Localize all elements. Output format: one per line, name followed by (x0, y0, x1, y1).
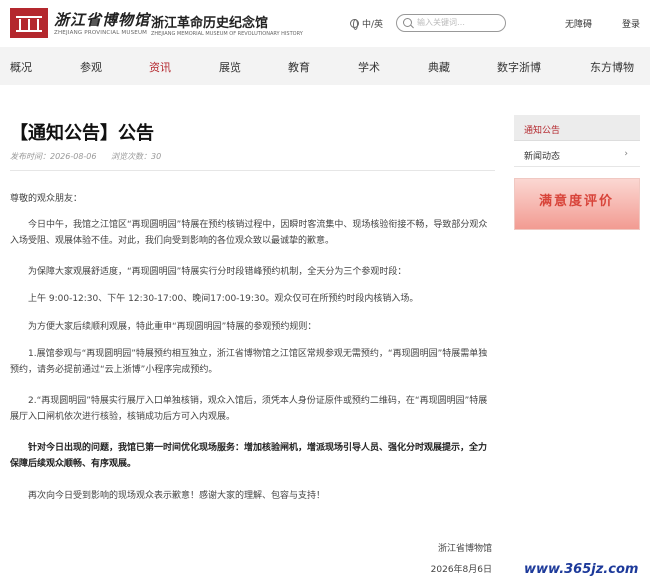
view-count: 浏览次数：30 (111, 152, 162, 161)
signature: 浙江省博物馆 (437, 544, 492, 554)
chevron-right-icon: › (624, 149, 628, 159)
paragraph-8: 再次向今日受到影响的现场观众表示歉意！感谢大家的理解、包容与支持！ (28, 491, 326, 501)
nav-item-overview[interactable]: 概况 (10, 59, 32, 75)
paragraph-2: 为保障大家观展舒适度，“再现圆明园”特展实行分时段错峰预约机制，全天分为三个参观… (28, 267, 407, 277)
nav-item-research[interactable]: 学术 (358, 59, 380, 75)
logo-title-en: ZHEJIANG PROVINCIAL MUSEUM (54, 30, 148, 36)
main-nav: 概况 参观 资讯 展览 教育 学术 典藏 数字浙博 东方博物 (0, 47, 650, 85)
sidebar-item-label: 通知公告 (524, 126, 561, 136)
page-title: 【通知公告】公告 (10, 123, 154, 144)
banner-label: 满意度评价 (539, 194, 615, 209)
memorial-title-en: ZHEJIANG MEMORIAL MUSEUM OF REVOLUTIONAR… (151, 31, 303, 37)
paragraph-4: 为方便大家后续顺利观展，特此重申“再现圆明园”特展的参观预约规则： (28, 322, 317, 332)
museum-logo[interactable] (10, 8, 48, 38)
paragraph-7: 针对今日出现的问题，我馆已第一时间优化现场服务：增加核验闸机，增派现场引导人员、… (10, 443, 488, 469)
paragraph-6: 2.“再现圆明园”特展实行展厅入口单独核销，观众入馆后，须凭本人身份证原件或预约… (10, 396, 488, 422)
logo-title-cn[interactable]: 浙江省博物馆 (54, 9, 150, 30)
language-label: 中/英 (362, 20, 384, 30)
sidebar-item-notices[interactable]: 通知公告 (514, 115, 640, 141)
signature-date: 2026年8月6日 (430, 565, 492, 575)
memorial-title-cn[interactable]: 浙江革命历史纪念馆 (151, 12, 268, 31)
sidebar-item-news[interactable]: 新闻动态 › (514, 141, 640, 167)
title-divider (10, 170, 495, 171)
satisfaction-banner[interactable]: 满意度评价 (514, 178, 640, 230)
article-meta: 发布时间：2026-08-06 浏览次数：30 (10, 151, 173, 162)
language-switch[interactable]: 中/英 (350, 17, 383, 30)
sidebar-item-label: 新闻动态 (524, 152, 561, 162)
nav-item-education[interactable]: 教育 (288, 59, 310, 75)
nav-item-digital[interactable]: 数字浙博 (497, 59, 541, 75)
greeting: 尊敬的观众朋友： (10, 194, 83, 204)
nav-item-exhibitions[interactable]: 展览 (219, 59, 241, 75)
watermark: www.365jz.com (524, 562, 639, 577)
search-icon[interactable] (403, 18, 412, 27)
site-header: 浙江省博物馆 ZHEJIANG PROVINCIAL MUSEUM 浙江革命历史… (0, 0, 650, 47)
login-link[interactable]: 登录 (622, 17, 640, 30)
globe-icon (350, 19, 359, 30)
paragraph-1: 今日中午，我馆之江馆区“再现圆明园”特展在预约核销过程中，因瞬时客流集中、现场核… (10, 220, 488, 246)
temple-icon (16, 16, 42, 32)
accessibility-link[interactable]: 无障碍 (565, 17, 592, 30)
nav-item-visit[interactable]: 参观 (80, 59, 102, 75)
nav-item-collections[interactable]: 典藏 (428, 59, 450, 75)
paragraph-3: 上午 9:00-12:30、下午 12:30-17:00、晚间17:00-19:… (28, 294, 419, 304)
nav-item-news[interactable]: 资讯 (149, 59, 171, 75)
search-placeholder: 输入关键词… (417, 18, 465, 27)
paragraph-5: 1.展馆参观与“再现圆明园”特展预约相互独立，浙江省博物馆之江馆区常规参观无需预… (10, 349, 488, 375)
nav-item-oriental[interactable]: 东方博物 (590, 59, 634, 75)
search-input[interactable]: 输入关键词… (396, 14, 506, 32)
publish-time: 发布时间：2026-08-06 (10, 152, 97, 161)
